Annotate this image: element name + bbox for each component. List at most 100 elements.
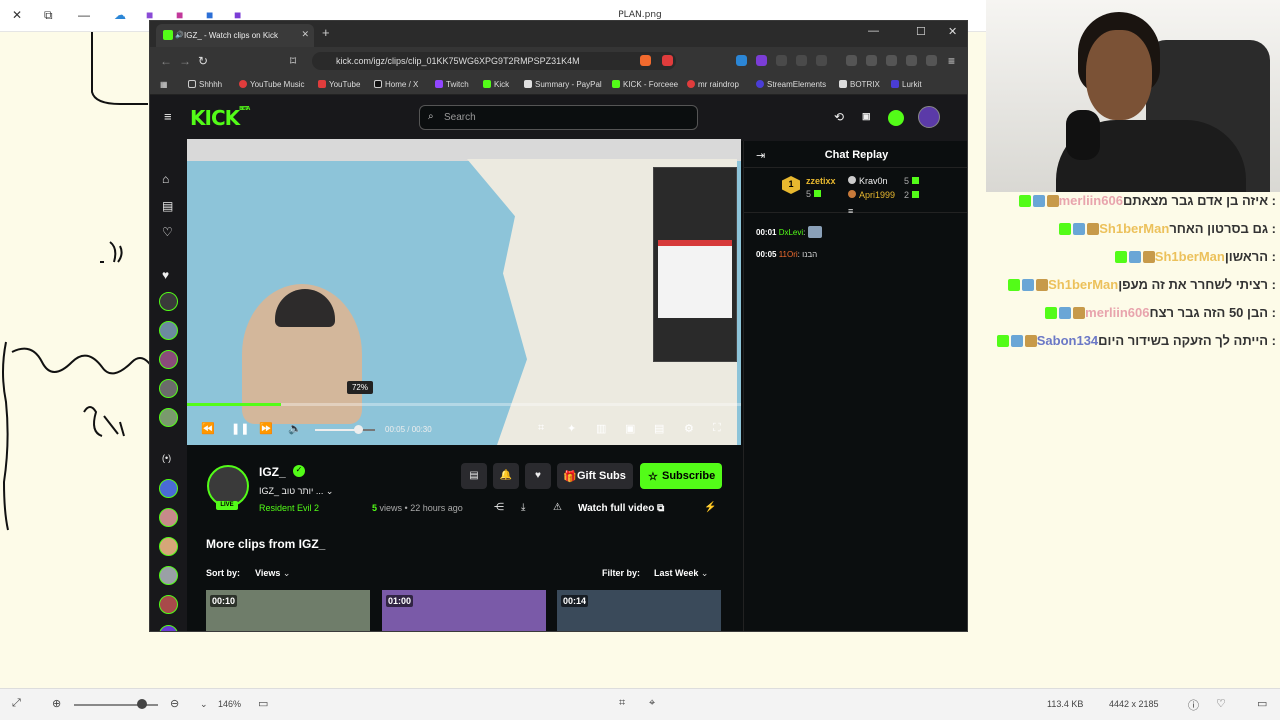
forward-icon[interactable]: ⏩ [259, 422, 273, 435]
favorite-icon[interactable]: ♡ [1216, 697, 1226, 710]
bookmark-item[interactable]: Twitch [435, 80, 469, 89]
rewards-icon[interactable] [662, 55, 673, 66]
menu-icon[interactable]: ≡ [948, 54, 955, 68]
clip-thumbnail[interactable]: 01:00 [382, 590, 546, 631]
user-avatar[interactable] [918, 106, 940, 128]
share-icon[interactable]: ⋲ [494, 502, 504, 513]
pause-icon[interactable]: ❚❚ [231, 422, 249, 435]
url-field[interactable]: kick.com/igz/clips/clip_01KK75WG6XPG9T2R… [312, 52, 676, 70]
wallet-icon[interactable] [886, 55, 897, 66]
hamburger-menu-icon[interactable]: ≡ [164, 109, 172, 124]
crop-icon[interactable]: ⌖ [649, 697, 655, 710]
crop-icon[interactable]: ⌗ [538, 422, 544, 435]
vpn-icon[interactable] [926, 55, 937, 66]
leader-name[interactable]: Apri1999 [859, 190, 895, 200]
chevron-down-icon[interactable]: ⌄ [200, 699, 208, 710]
fullscreen-icon[interactable]: ▭ [1257, 697, 1267, 710]
fit-icon[interactable]: ▭ [258, 697, 268, 710]
creator-icon[interactable]: ▣ [862, 111, 871, 122]
bookmark-item[interactable]: YouTube [318, 80, 360, 89]
extension-icon[interactable] [736, 55, 747, 66]
clip-thumbnail[interactable]: 00:10 [206, 590, 370, 631]
bookmark-item[interactable]: mr raindrop [687, 80, 739, 89]
close-window-icon[interactable]: ✕ [948, 25, 957, 38]
volume-icon[interactable]: 🔈 [288, 422, 302, 435]
zoom-thumb[interactable] [136, 699, 147, 709]
sparkle-icon[interactable]: ✦ [567, 422, 576, 435]
leader-name[interactable]: zzetixx [806, 176, 836, 186]
game-category[interactable]: Resident Evil 2 [259, 503, 319, 513]
bookmark-item[interactable]: Shhhh [188, 80, 222, 89]
minimize-icon[interactable]: — [868, 25, 879, 37]
bookmark-item[interactable]: Kick [483, 80, 509, 89]
bookmark-item[interactable]: StreamElements [756, 80, 826, 89]
volume-thumb[interactable] [354, 425, 364, 434]
zoom-level[interactable]: 146% [218, 699, 241, 709]
sidebar-channel-avatar[interactable] [159, 321, 178, 340]
rewind-icon[interactable]: ⏪ [201, 422, 215, 435]
pip-icon[interactable]: ▣ [625, 422, 635, 435]
fullscreen-icon[interactable]: ⛶ [713, 422, 721, 435]
zoom-in-icon[interactable]: ⊕ [52, 697, 61, 710]
browse-icon[interactable]: ▤ [162, 199, 173, 213]
reload-icon[interactable]: ↻ [198, 54, 208, 68]
clip-icon[interactable]: ⟲ [834, 110, 844, 124]
zoom-out-icon[interactable]: ⊖ [170, 697, 179, 710]
watch-full-video-link[interactable]: Watch full video ⧉ [578, 503, 664, 514]
extension-icon[interactable] [756, 55, 767, 66]
expand-icon[interactable]: ⤢ [12, 697, 21, 710]
sidebar-channel-avatar[interactable] [159, 595, 178, 614]
miniplayer-icon[interactable]: ▤ [654, 422, 664, 435]
forward-icon[interactable]: → [179, 54, 191, 68]
tab-close-icon[interactable]: ✕ [301, 29, 309, 40]
media-icon[interactable] [846, 55, 857, 66]
theater-icon[interactable]: ▥ [596, 422, 606, 435]
leader-name[interactable]: Krav0n [859, 176, 888, 186]
subscribe-button[interactable]: ☆ Subscribe [640, 463, 722, 489]
clip-list-button[interactable]: ▤ [461, 463, 487, 489]
kick-coins-icon[interactable] [888, 110, 904, 126]
notify-button[interactable]: 🔔 [493, 463, 519, 489]
sidebar-channel-avatar[interactable] [159, 479, 178, 498]
sidebar-channel-avatar[interactable] [159, 537, 178, 556]
sort-dropdown[interactable]: Views ⌄ [255, 568, 290, 579]
search-input[interactable]: ⌕ Search [419, 105, 698, 130]
kick-logo[interactable]: KICKBETA [190, 106, 250, 130]
clip-thumbnail[interactable]: 00:14 [557, 590, 721, 631]
extension-icon[interactable] [796, 55, 807, 66]
extension-icon[interactable] [776, 55, 787, 66]
filter-dropdown[interactable]: Last Week ⌄ [654, 568, 708, 579]
following-icon[interactable]: ♡ [162, 225, 173, 239]
collapse-icon[interactable]: (•) [162, 453, 171, 463]
bookmark-item[interactable]: Lurkit [891, 80, 922, 89]
settings-icon[interactable]: ⚙ [684, 422, 694, 435]
sidebar-channel-avatar[interactable] [159, 625, 178, 631]
video-player[interactable]: 72% ⏪ ❚❚ ⏩ 🔈 00:05 / 00:30 ⌗ ✦ ▥ ▣ ▤ ⚙ ⛶ [187, 139, 741, 445]
bookmark-item[interactable]: Home / X [374, 80, 418, 89]
bookmark-item[interactable]: BOTRIX [839, 80, 880, 89]
extension-icon[interactable] [816, 55, 827, 66]
bookmark-item[interactable]: Summary - PayPal [524, 80, 602, 89]
scan-icon[interactable]: ⌗ [619, 697, 625, 710]
gift-subs-button[interactable]: 🎁 Gift Subs [557, 463, 633, 489]
sidebar-channel-avatar[interactable] [159, 408, 178, 427]
apps-icon[interactable]: ▦ [160, 80, 168, 89]
maximize-icon[interactable]: ☐ [916, 25, 926, 38]
expand-icon[interactable]: ≡ [848, 206, 853, 216]
home-icon[interactable]: ⌂ [162, 172, 169, 186]
info-icon[interactable]: ⓘ [1188, 697, 1199, 713]
download-icon[interactable]: ⤓ [521, 502, 525, 513]
bookmark-icon[interactable]: ⌑ [290, 54, 296, 68]
follow-button[interactable]: ♥ [525, 463, 551, 489]
report-icon[interactable]: ⚠ [553, 502, 562, 513]
brave-shield-icon[interactable] [640, 55, 651, 66]
bookmark-item[interactable]: KICK - Forceee [612, 80, 678, 89]
sidebar-channel-avatar[interactable] [159, 292, 178, 311]
bookmark-item[interactable]: YouTube Music [239, 80, 305, 89]
sidebar-channel-avatar[interactable] [159, 379, 178, 398]
back-icon[interactable]: ← [160, 54, 172, 68]
sidebar-channel-avatar[interactable] [159, 566, 178, 585]
chevron-down-icon[interactable]: ⌄ [326, 486, 334, 496]
sidebar-channel-avatar[interactable] [159, 350, 178, 369]
sidebar-icon[interactable] [866, 55, 877, 66]
